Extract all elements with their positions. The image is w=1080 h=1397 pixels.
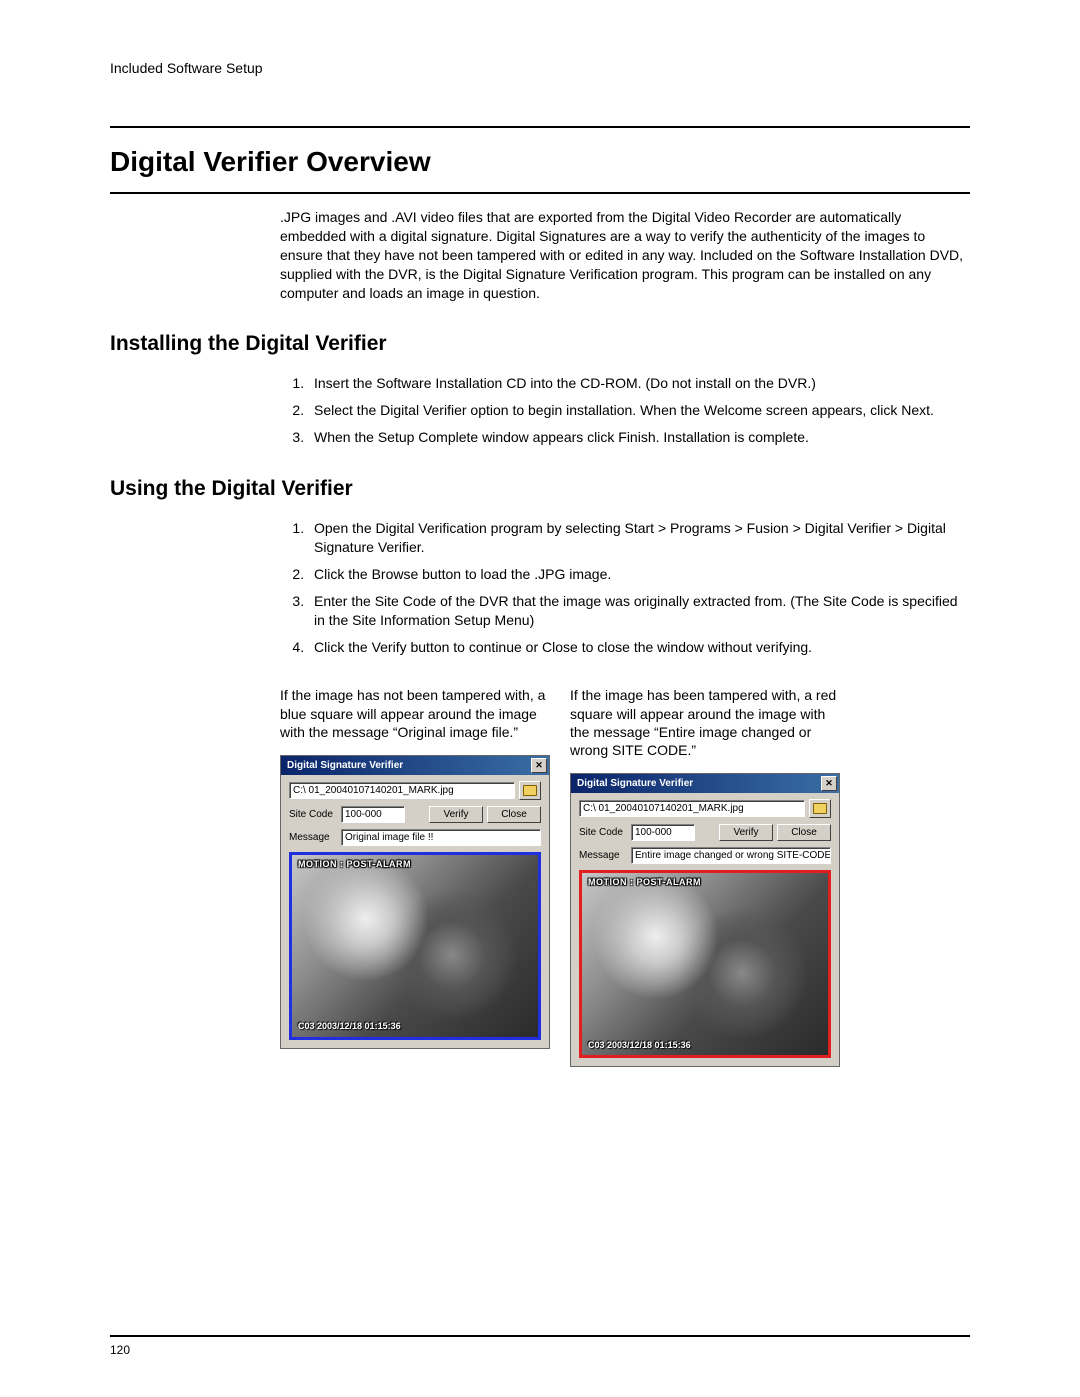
message-output: Original image file !!	[341, 829, 541, 846]
heading-using: Using the Digital Verifier	[110, 477, 970, 501]
close-button[interactable]: Close	[777, 824, 831, 841]
image-overlay-bottom: C03 2003/12/18 01:15:36	[298, 1021, 401, 1033]
file-path-input[interactable]: C:\ 01_20040107140201_MARK.jpg	[579, 800, 805, 817]
verify-button[interactable]: Verify	[719, 824, 773, 841]
rule-footer	[110, 1335, 970, 1337]
verified-image-original: MOTION : POST-ALARM C03 2003/12/18 01:15…	[289, 852, 541, 1040]
heading-install: Installing the Digital Verifier	[110, 332, 970, 356]
page-number: 120	[110, 1343, 970, 1357]
window-titlebar: Digital Signature Verifier ✕	[571, 774, 839, 793]
use-step: Open the Digital Verification program by…	[308, 519, 970, 557]
message-output: Entire image changed or wrong SITE-CODE …	[631, 847, 831, 864]
overview-paragraph: .JPG images and .AVI video files that ar…	[280, 208, 970, 302]
section-header: Included Software Setup	[110, 60, 970, 76]
rule-under-h1	[110, 192, 970, 194]
close-icon[interactable]: ✕	[821, 776, 837, 791]
site-code-label: Site Code	[579, 826, 627, 839]
verify-button[interactable]: Verify	[429, 806, 483, 823]
folder-icon	[523, 785, 537, 796]
cctv-image	[582, 873, 828, 1055]
rule-top	[110, 126, 970, 128]
browse-button[interactable]	[519, 781, 541, 800]
site-code-input[interactable]: 100-000	[341, 806, 405, 823]
install-step: Select the Digital Verifier option to be…	[308, 401, 970, 420]
use-steps-list: Open the Digital Verification program by…	[280, 519, 970, 656]
image-overlay-bottom: C03 2003/12/18 01:15:36	[588, 1040, 691, 1052]
close-icon[interactable]: ✕	[531, 758, 547, 773]
verifier-window-original: Digital Signature Verifier ✕ C:\ 01_2004…	[280, 755, 550, 1049]
site-code-input[interactable]: 100-000	[631, 824, 695, 841]
site-code-label: Site Code	[289, 808, 337, 821]
folder-icon	[813, 803, 827, 814]
verified-image-tampered: MOTION : POST-ALARM C03 2003/12/18 01:15…	[579, 870, 831, 1058]
browse-button[interactable]	[809, 799, 831, 818]
use-step: Click the Verify button to continue or C…	[308, 638, 970, 657]
right-caption: If the image has been tampered with, a r…	[570, 686, 840, 759]
install-step: Insert the Software Installation CD into…	[308, 374, 970, 393]
install-step: When the Setup Complete window appears c…	[308, 428, 970, 447]
use-step: Click the Browse button to load the .JPG…	[308, 565, 970, 584]
install-steps-list: Insert the Software Installation CD into…	[280, 374, 970, 447]
window-title: Digital Signature Verifier	[287, 759, 403, 772]
image-overlay-top: MOTION : POST-ALARM	[588, 877, 701, 889]
cctv-image	[292, 855, 538, 1037]
heading-overview: Digital Verifier Overview	[110, 146, 970, 178]
window-title: Digital Signature Verifier	[577, 777, 693, 790]
image-overlay-top: MOTION : POST-ALARM	[298, 859, 411, 871]
file-path-input[interactable]: C:\ 01_20040107140201_MARK.jpg	[289, 782, 515, 799]
window-titlebar: Digital Signature Verifier ✕	[281, 756, 549, 775]
close-button[interactable]: Close	[487, 806, 541, 823]
left-caption: If the image has not been tampered with,…	[280, 686, 550, 741]
verifier-window-tampered: Digital Signature Verifier ✕ C:\ 01_2004…	[570, 773, 840, 1067]
use-step: Enter the Site Code of the DVR that the …	[308, 592, 970, 630]
message-label: Message	[579, 849, 627, 862]
message-label: Message	[289, 831, 337, 844]
